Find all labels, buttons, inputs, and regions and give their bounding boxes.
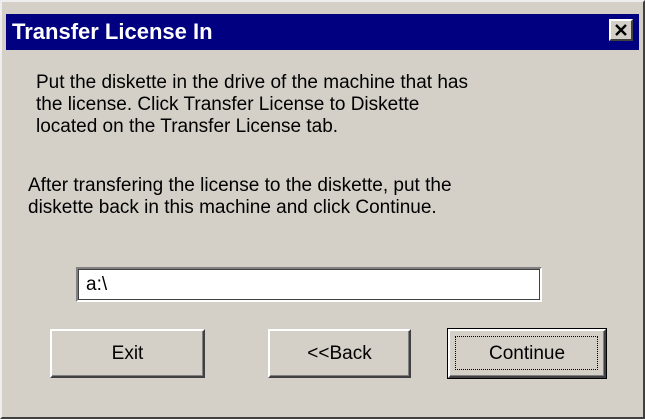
followup-text-line: diskette back in this machine and click … [28,197,437,218]
continue-button[interactable]: Continue [447,328,607,379]
exit-button[interactable]: Exit [50,329,205,378]
instruction-text-line: the license. Click Transfer License to D… [36,94,420,115]
diskette-path-input[interactable] [76,267,542,302]
title-bar[interactable]: Transfer License In [6,14,639,50]
back-button-label: <<Back [307,342,372,364]
exit-button-label: Exit [111,342,144,364]
instruction-text-line: Put the diskette in the drive of the mac… [36,72,468,93]
close-button[interactable] [609,19,633,41]
back-button[interactable]: <<Back [268,329,411,378]
followup-text-line: After transfering the license to the dis… [28,175,452,196]
close-icon [615,24,627,36]
continue-button-label: Continue [488,342,566,364]
instruction-text-line: located on the Transfer License tab. [36,116,339,137]
window-title: Transfer License In [12,19,213,44]
transfer-license-dialog: Transfer License In Put the diskette in … [0,0,645,419]
